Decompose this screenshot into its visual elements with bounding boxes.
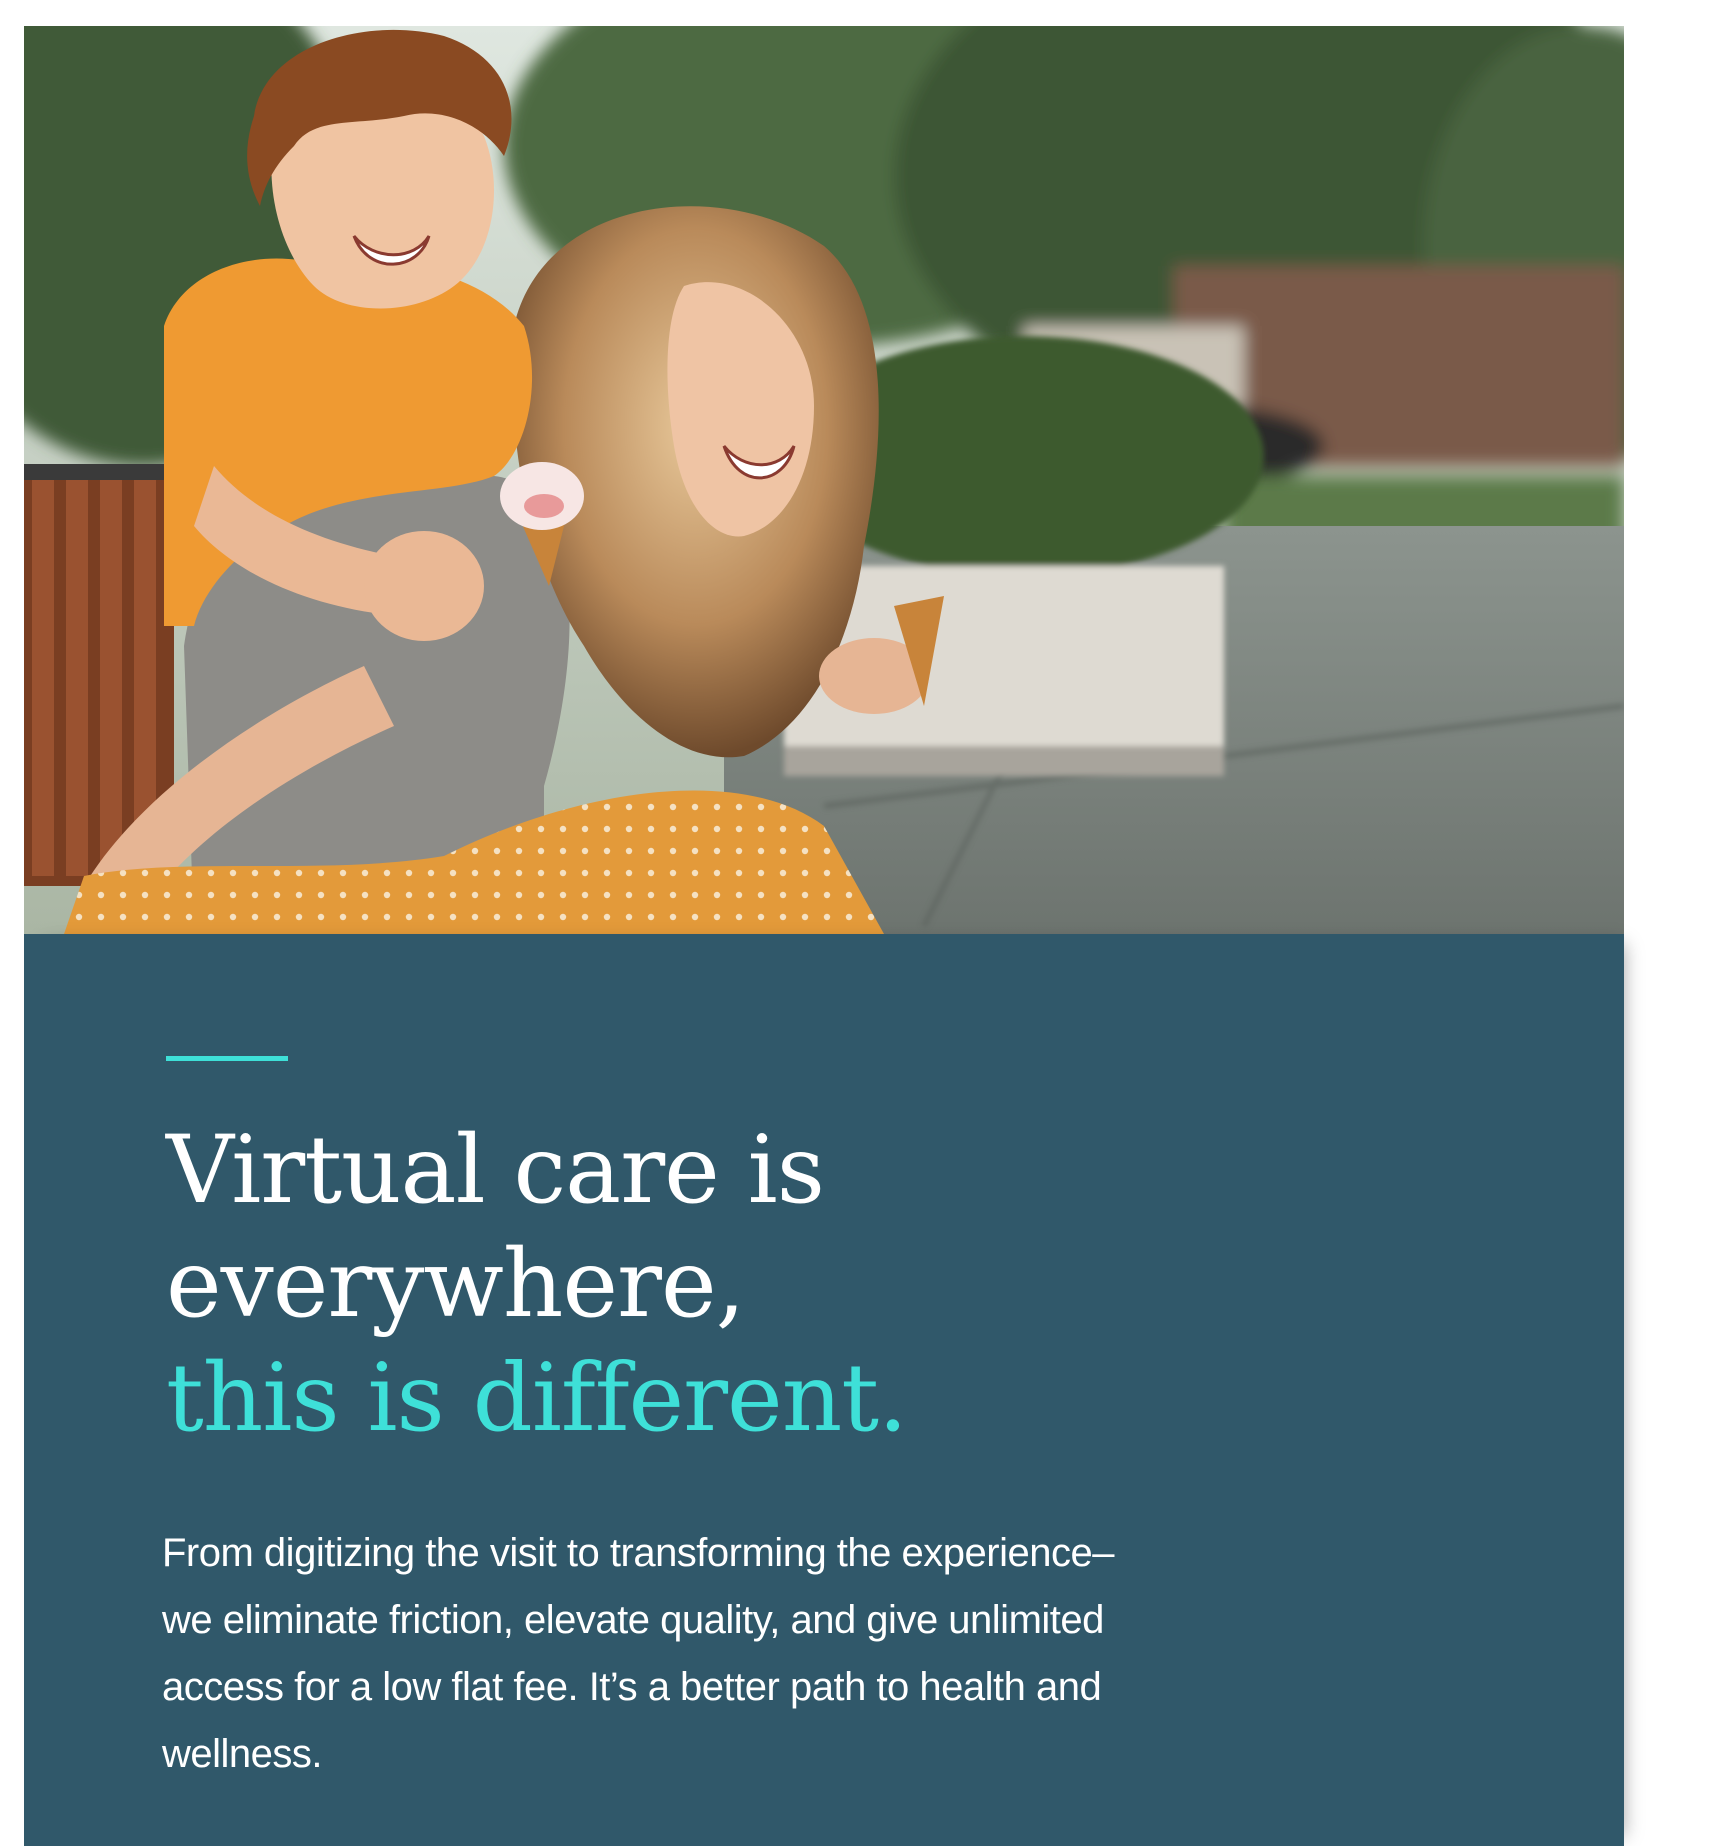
accent-divider — [166, 1056, 288, 1061]
page: Virtual care is everywhere, this is diff… — [0, 0, 1722, 1846]
headline-line-1: Virtual care is — [166, 1116, 825, 1225]
body-copy: From digitizing the visit to transformin… — [162, 1531, 1114, 1776]
hero-image — [24, 26, 1624, 934]
headline-line-2: everywhere, — [166, 1230, 745, 1339]
content-panel: Virtual care is everywhere, this is diff… — [24, 934, 1624, 1846]
hero-photo-illustration — [24, 26, 1624, 934]
headline: Virtual care is everywhere, this is diff… — [166, 1114, 1266, 1456]
headline-accent: this is different. — [166, 1344, 908, 1453]
